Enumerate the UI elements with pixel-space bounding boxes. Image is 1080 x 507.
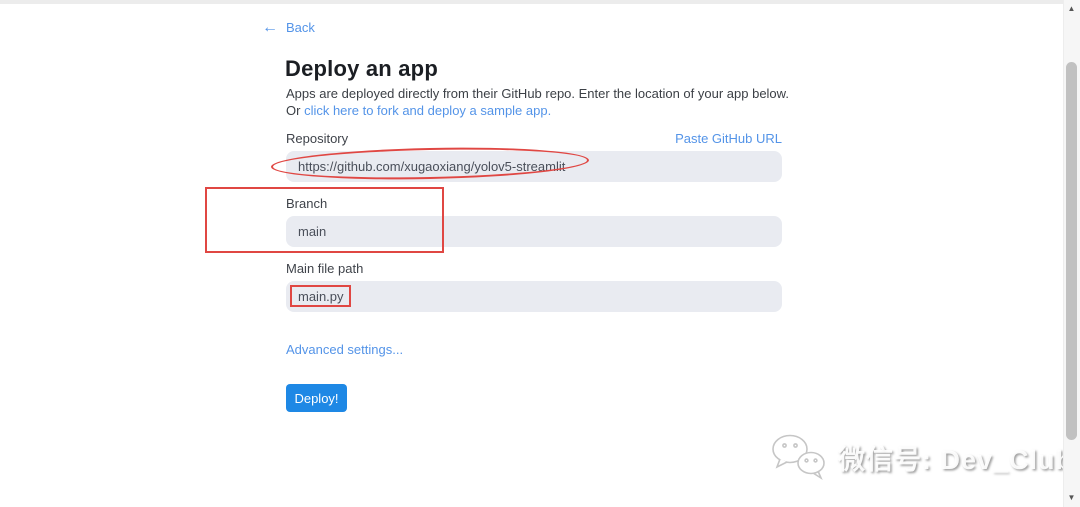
top-border-strip <box>0 0 1063 4</box>
back-link-label: Back <box>286 20 315 35</box>
back-link[interactable]: ← Back <box>262 20 315 35</box>
or-prefix: Or <box>286 103 304 118</box>
scrollbar-down-icon[interactable]: ▼ <box>1063 491 1080 505</box>
sample-app-link[interactable]: click here to fork and deploy a sample a… <box>304 103 551 118</box>
deploy-button[interactable]: Deploy! <box>286 384 347 412</box>
back-arrow-icon: ← <box>262 21 278 35</box>
paste-github-url-link[interactable]: Paste GitHub URL <box>675 131 782 146</box>
wechat-icon <box>770 432 828 482</box>
advanced-settings-link[interactable]: Advanced settings... <box>286 342 403 357</box>
scrollbar-thumb[interactable] <box>1066 62 1077 440</box>
branch-input[interactable] <box>286 216 782 247</box>
main-file-path-label: Main file path <box>286 261 363 276</box>
branch-label: Branch <box>286 196 327 211</box>
main-file-path-input[interactable] <box>286 281 782 312</box>
repository-input[interactable] <box>286 151 782 182</box>
page-title: Deploy an app <box>285 56 438 82</box>
watermark-text: 微信号: Dev_Club <box>838 438 1073 477</box>
sample-app-line: Or click here to fork and deploy a sampl… <box>286 103 551 118</box>
repository-label: Repository <box>286 131 348 146</box>
description-text: Apps are deployed directly from their Gi… <box>286 86 789 101</box>
watermark: 微信号: Dev_Club <box>770 432 1073 482</box>
deploy-app-page: ← Back Deploy an app Apps are deployed d… <box>0 0 1080 507</box>
scrollbar-up-icon[interactable]: ▲ <box>1063 2 1080 16</box>
